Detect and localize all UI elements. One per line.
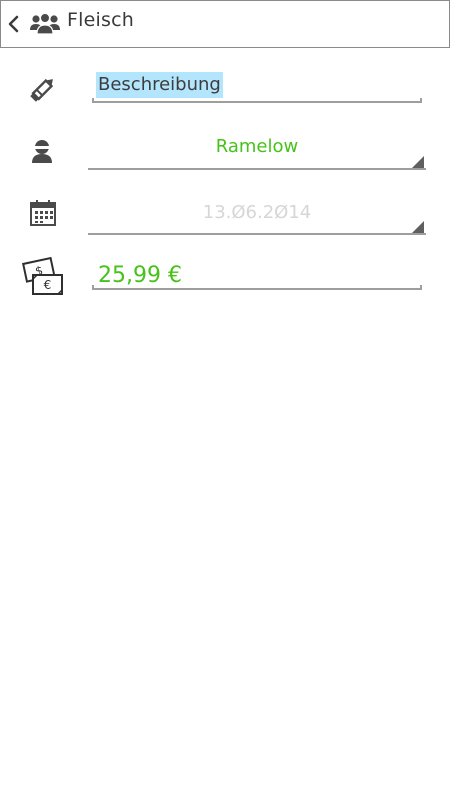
date-spinner-value: 13.Ø6.2Ø14: [202, 202, 312, 223]
group-icon: [30, 12, 60, 35]
person-icon: [28, 137, 56, 165]
description-underline: [92, 98, 422, 103]
description-input-value[interactable]: Beschreibung: [96, 72, 223, 98]
pencil-icon: [28, 74, 58, 104]
calendar-icon: [28, 198, 58, 228]
person-underline: [88, 168, 426, 170]
page-title: Fleisch: [67, 9, 134, 31]
date-underline: [88, 233, 426, 235]
chevron-left-icon: [8, 15, 19, 33]
money-icon: $ €: [22, 256, 64, 298]
amount-input-value[interactable]: 25,99 €: [98, 262, 182, 290]
expense-editor-screen: Fleisch Beschreibung Ramelow 13.Ø6.2Ø14 …: [0, 0, 450, 800]
back-button[interactable]: [3, 9, 25, 39]
header-bar: Fleisch: [0, 0, 450, 48]
svg-text:€: €: [44, 278, 52, 292]
amount-underline: [92, 285, 422, 290]
person-spinner-value: Ramelow: [215, 136, 299, 157]
